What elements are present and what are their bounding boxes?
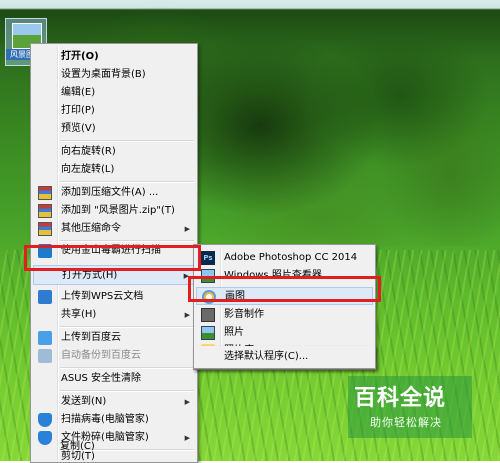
menu-item-print[interactable]: 打印(P) bbox=[33, 102, 195, 120]
submenu-arrow-icon: ▶ bbox=[184, 225, 190, 233]
menu-item-send-to[interactable]: 发送到(N) ▶ bbox=[33, 393, 195, 411]
menu-item-label: 设置为桌面背景(B) bbox=[61, 69, 146, 80]
highlight-box-paint bbox=[188, 276, 381, 302]
menu-separator bbox=[60, 367, 194, 369]
menu-item-add-to-zip[interactable]: 添加到 "风景图片.zip"(T) bbox=[33, 202, 195, 220]
submenu-item-label: Adobe Photoshop CC 2014 bbox=[224, 252, 358, 263]
menu-item-share[interactable]: 共享(H) ▶ bbox=[33, 306, 195, 324]
baidu-cloud-icon bbox=[38, 331, 52, 345]
watermark-title: 百科全说 bbox=[354, 386, 447, 411]
winrar-icon bbox=[38, 204, 52, 218]
submenu-item-label: 照片 bbox=[224, 327, 244, 338]
menu-item-open[interactable]: 打开(O) bbox=[33, 48, 195, 66]
submenu-footer: 选择默认程序(C)... bbox=[193, 346, 376, 369]
menu-item-label: 打开(O) bbox=[61, 51, 99, 62]
menu-separator bbox=[60, 390, 194, 392]
winrar-icon bbox=[38, 186, 52, 200]
submenu-arrow-icon: ▶ bbox=[184, 398, 190, 406]
menu-item-add-to-archive[interactable]: 添加到压缩文件(A) ... bbox=[33, 184, 195, 202]
submenu-item-photos[interactable]: 照片 bbox=[196, 324, 373, 342]
menu-item-label: 自动备份到百度云 bbox=[61, 350, 141, 361]
winrar-icon bbox=[38, 222, 52, 236]
menu-item-label: ASUS 安全性清除 bbox=[61, 373, 142, 384]
watermark-subtitle: 助你轻松解决 bbox=[370, 416, 442, 429]
menu-separator bbox=[60, 326, 194, 328]
submenu-item-label: 影音制作 bbox=[224, 309, 264, 320]
menu-item-label: 向左旋转(L) bbox=[61, 164, 115, 175]
baidu-backup-icon bbox=[38, 349, 52, 363]
menu-item-label: 向右旋转(R) bbox=[61, 146, 116, 157]
submenu-item-photoshop[interactable]: Ps Adobe Photoshop CC 2014 bbox=[196, 249, 373, 267]
submenu-arrow-icon: ▶ bbox=[184, 311, 190, 319]
submenu-item-movie-maker[interactable]: 影音制作 bbox=[196, 306, 373, 324]
shield-icon bbox=[38, 413, 52, 427]
photoshop-icon: Ps bbox=[201, 251, 215, 265]
menu-item-label: 其他压缩命令 bbox=[61, 223, 121, 234]
photos-icon bbox=[201, 326, 215, 340]
menu-item-set-wallpaper[interactable]: 设置为桌面背景(B) bbox=[33, 66, 195, 84]
menu-item-label: 扫描病毒(电脑管家) bbox=[61, 414, 149, 425]
menu-item-label: 上传到WPS云文档 bbox=[61, 291, 144, 302]
menu-item-label: 打印(P) bbox=[61, 105, 95, 116]
menu-item-preview[interactable]: 预览(V) bbox=[33, 120, 195, 138]
movie-maker-icon bbox=[201, 308, 215, 322]
menu-item-rotate-left[interactable]: 向左旋转(L) bbox=[33, 161, 195, 179]
menu-item-label: 添加到 "风景图片.zip"(T) bbox=[61, 205, 175, 216]
menu-item-label: 编辑(E) bbox=[61, 87, 96, 98]
menu-item-asus-erase[interactable]: ASUS 安全性清除 bbox=[33, 370, 195, 388]
submenu-item-choose-default[interactable]: 选择默认程序(C)... bbox=[196, 348, 373, 366]
menu-item-upload-baidu[interactable]: 上传到百度云 bbox=[33, 329, 195, 347]
menu-item-label: 预览(V) bbox=[61, 123, 96, 134]
menu-item-label: 添加到压缩文件(A) ... bbox=[61, 187, 159, 198]
menu-item-edit[interactable]: 编辑(E) bbox=[33, 84, 195, 102]
menu-item-other-compress[interactable]: 其他压缩命令 ▶ bbox=[33, 220, 195, 238]
menu-item-upload-wps[interactable]: 上传到WPS云文档 bbox=[33, 288, 195, 306]
menu-item-label: 共享(H) bbox=[61, 309, 97, 320]
highlight-box-open-with bbox=[24, 245, 201, 271]
submenu-item-label: 选择默认程序(C)... bbox=[224, 351, 309, 362]
menu-item-rotate-right[interactable]: 向右旋转(R) bbox=[33, 143, 195, 161]
watermark: 百科全说 助你轻松解决 bbox=[348, 376, 472, 438]
menu-item-label: 上传到百度云 bbox=[61, 332, 121, 343]
menu-item-label: 发送到(N) bbox=[61, 396, 107, 407]
menu-item-scan-virus[interactable]: 扫描病毒(电脑管家) bbox=[33, 411, 195, 429]
menu-item-label: 复制(C) bbox=[60, 441, 95, 452]
menu-separator bbox=[60, 181, 194, 183]
menu-item-copy[interactable]: 复制(C) bbox=[32, 438, 194, 456]
menu-separator bbox=[60, 140, 194, 142]
menu-item-auto-backup-baidu[interactable]: 自动备份到百度云 bbox=[33, 347, 195, 365]
wps-cloud-icon bbox=[38, 290, 52, 304]
